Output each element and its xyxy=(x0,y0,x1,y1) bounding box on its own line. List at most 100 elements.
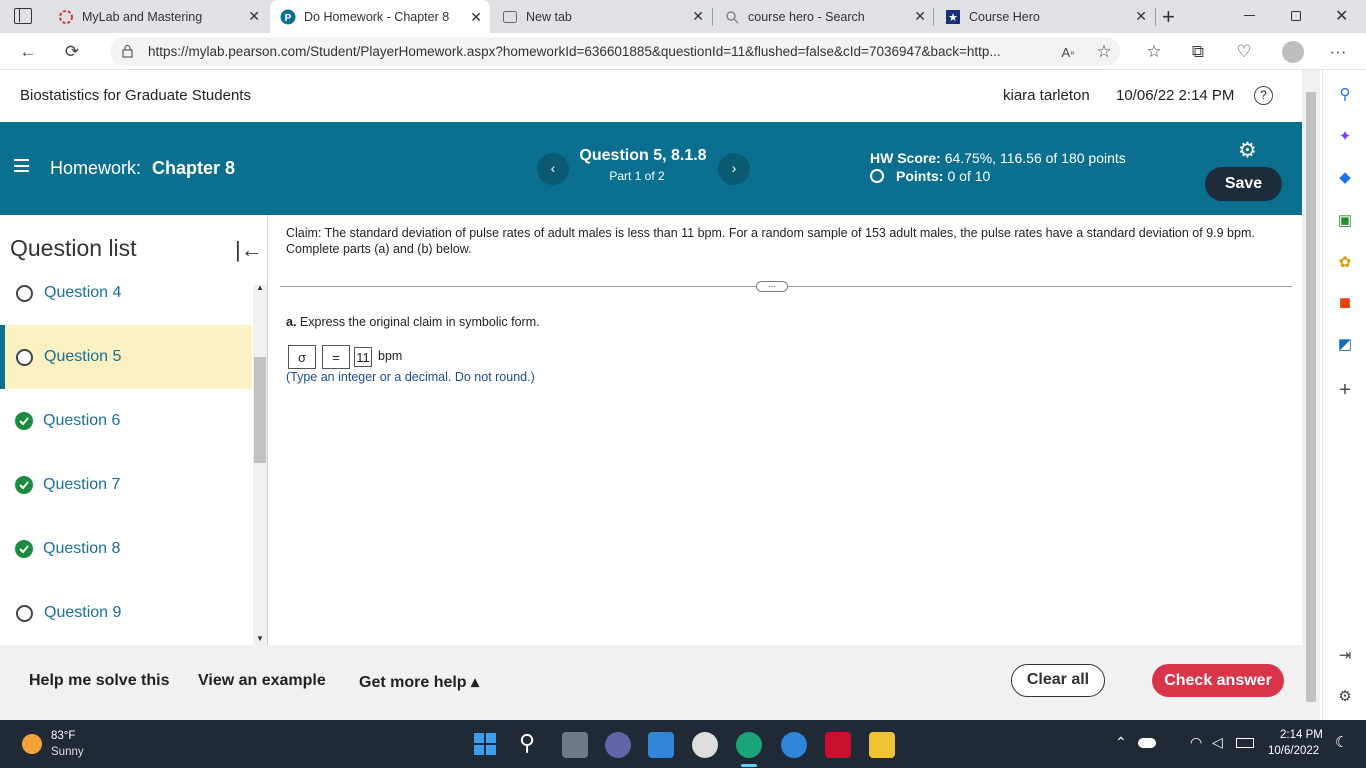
check-answer-button[interactable]: Check answer xyxy=(1152,664,1284,697)
chevron-up-icon[interactable]: ⌃ xyxy=(1115,734,1127,751)
homework-title: Homework: Chapter 8 xyxy=(50,158,235,179)
tab-new-tab[interactable]: New tab ✕ xyxy=(492,0,712,33)
newtab-icon xyxy=(502,9,518,25)
windows-taskbar: 83°F Sunny ⚲ ⌃ ◠ ◁ 2:14 PM 10/6/2022 ☾ xyxy=(0,720,1366,768)
search-icon[interactable]: ⚲ xyxy=(1335,84,1355,104)
question-item-7[interactable]: Question 7 xyxy=(0,453,252,517)
close-icon[interactable]: ✕ xyxy=(914,8,926,25)
edge-icon[interactable] xyxy=(736,732,762,758)
next-question-button[interactable]: › xyxy=(718,153,750,185)
tab-mylab[interactable]: MyLab and Mastering ✕ xyxy=(48,0,268,33)
battery-icon[interactable] xyxy=(1236,738,1254,748)
page-scrollbar[interactable] xyxy=(1302,70,1320,720)
store-icon[interactable] xyxy=(648,732,674,758)
tab-title: Course Hero xyxy=(969,9,1040,24)
close-icon[interactable]: ✕ xyxy=(692,8,704,25)
address-bar[interactable]: https://mylab.pearson.com/Student/Player… xyxy=(110,37,1120,66)
settings-icon[interactable]: ⚙ xyxy=(1335,686,1355,706)
restore-icon[interactable] xyxy=(1291,11,1301,21)
clear-all-button[interactable]: Clear all xyxy=(1011,664,1105,697)
volume-icon[interactable]: ◁ xyxy=(1212,734,1223,751)
sidebar-toggle-icon[interactable]: ⇥ xyxy=(1335,645,1355,665)
refresh-icon[interactable]: ⟳ xyxy=(61,41,83,63)
games-icon[interactable]: ✿ xyxy=(1335,252,1355,272)
tab-actions-icon[interactable] xyxy=(14,8,32,24)
value-input[interactable]: 11 xyxy=(354,347,372,367)
question-item-8[interactable]: Question 8 xyxy=(0,517,252,581)
tab-do-homework[interactable]: P Do Homework - Chapter 8 ✕ xyxy=(270,0,490,34)
check-icon xyxy=(15,540,33,558)
health-icon[interactable]: ♡ xyxy=(1233,41,1255,63)
prev-question-button[interactable]: ‹ xyxy=(537,153,569,185)
office-icon[interactable]: ◼ xyxy=(1335,292,1355,312)
question-item-9[interactable]: Question 9 xyxy=(0,581,252,645)
lock-icon xyxy=(122,44,133,58)
get-more-help-button[interactable]: Get more help ▴ xyxy=(359,672,479,692)
close-icon[interactable]: ✕ xyxy=(470,9,482,26)
mcafee-icon[interactable] xyxy=(825,732,851,758)
operator-dropdown[interactable]: = xyxy=(322,345,350,369)
question-item-5[interactable]: Question 5 xyxy=(0,325,252,389)
app-icon[interactable] xyxy=(692,732,718,758)
close-icon[interactable]: ✕ xyxy=(248,8,260,25)
close-icon[interactable]: ✕ xyxy=(1135,8,1147,25)
add-favorite-icon[interactable]: ☆ xyxy=(1093,41,1115,63)
help-solve-button[interactable]: Help me solve this xyxy=(29,672,170,690)
discover-icon[interactable]: ✦ xyxy=(1335,126,1355,146)
question-item-6[interactable]: Question 6 xyxy=(0,389,252,453)
tab-separator xyxy=(712,8,713,26)
clock-date[interactable]: 10/6/2022 xyxy=(1268,745,1319,757)
scroll-down-icon[interactable]: ▼ xyxy=(253,634,267,643)
back-arrow-icon[interactable]: ← xyxy=(17,41,39,63)
scroll-thumb[interactable] xyxy=(254,357,266,463)
close-window-icon[interactable]: ✕ xyxy=(1335,6,1348,26)
question-item-label: Question 9 xyxy=(44,604,122,621)
user-name[interactable]: kiara tarleton xyxy=(1003,87,1090,104)
scroll-up-icon[interactable]: ▲ xyxy=(253,283,267,292)
add-icon[interactable]: + xyxy=(1335,379,1355,401)
teams-icon[interactable] xyxy=(605,732,631,758)
svg-text:★: ★ xyxy=(948,12,958,24)
tab-course-hero[interactable]: ★ Course Hero ✕ xyxy=(935,0,1155,33)
tools-icon[interactable]: ▣ xyxy=(1335,210,1355,230)
settings-gear-icon[interactable]: ⚙ xyxy=(1238,138,1257,163)
weather-temp: 83°F xyxy=(51,730,76,742)
edge-sidebar: ⚲ ✦ ◆ ▣ ✿ ◼ ◩ + ⇥ ⚙ xyxy=(1322,70,1366,720)
points-label: Points: xyxy=(896,168,944,184)
tab-separator xyxy=(1155,8,1156,26)
favorites-icon[interactable]: ☆ xyxy=(1143,41,1165,63)
view-example-button[interactable]: View an example xyxy=(198,672,326,690)
help-app-icon[interactable] xyxy=(781,732,807,758)
search-icon[interactable]: ⚲ xyxy=(519,730,535,756)
file-explorer-icon[interactable] xyxy=(869,732,895,758)
network-icon[interactable]: ◠ xyxy=(1190,734,1202,751)
task-view-icon[interactable] xyxy=(562,732,588,758)
collapse-panel-icon[interactable]: |← xyxy=(235,237,263,263)
shopping-icon[interactable]: ◆ xyxy=(1335,167,1355,187)
question-list-scrollbar[interactable]: ▲ ▼ xyxy=(253,283,267,645)
question-item-label: Question 6 xyxy=(43,412,121,429)
question-item-4[interactable]: Question 4 xyxy=(0,261,252,325)
outlook-icon[interactable]: ◩ xyxy=(1335,334,1355,354)
collections-icon[interactable]: ⧉ xyxy=(1187,41,1209,63)
help-icon[interactable]: ? xyxy=(1254,86,1273,105)
question-item-label: Question 8 xyxy=(43,540,121,557)
weather-sun-icon[interactable] xyxy=(22,734,42,754)
symbol-dropdown[interactable]: σ xyxy=(288,345,316,369)
more-menu-icon[interactable]: ··· xyxy=(1327,41,1349,63)
scroll-thumb[interactable] xyxy=(1306,92,1316,702)
onedrive-icon[interactable] xyxy=(1138,738,1156,748)
new-tab-plus-icon[interactable]: + xyxy=(1162,4,1175,30)
notification-icon[interactable]: ☾ xyxy=(1335,733,1348,751)
read-aloud-icon[interactable]: A» xyxy=(1057,41,1079,63)
unanswered-circle-icon xyxy=(16,284,33,302)
tab-title: course hero - Search xyxy=(748,9,865,24)
save-button[interactable]: Save xyxy=(1205,167,1282,201)
profile-avatar[interactable] xyxy=(1282,41,1304,63)
start-icon[interactable] xyxy=(474,733,496,755)
tab-course-hero-search[interactable]: course hero - Search ✕ xyxy=(714,0,934,33)
minimize-icon[interactable] xyxy=(1244,15,1255,16)
expand-more-button[interactable]: ··· xyxy=(756,281,788,292)
clock-time[interactable]: 2:14 PM xyxy=(1280,729,1323,741)
menu-icon[interactable] xyxy=(14,159,29,172)
